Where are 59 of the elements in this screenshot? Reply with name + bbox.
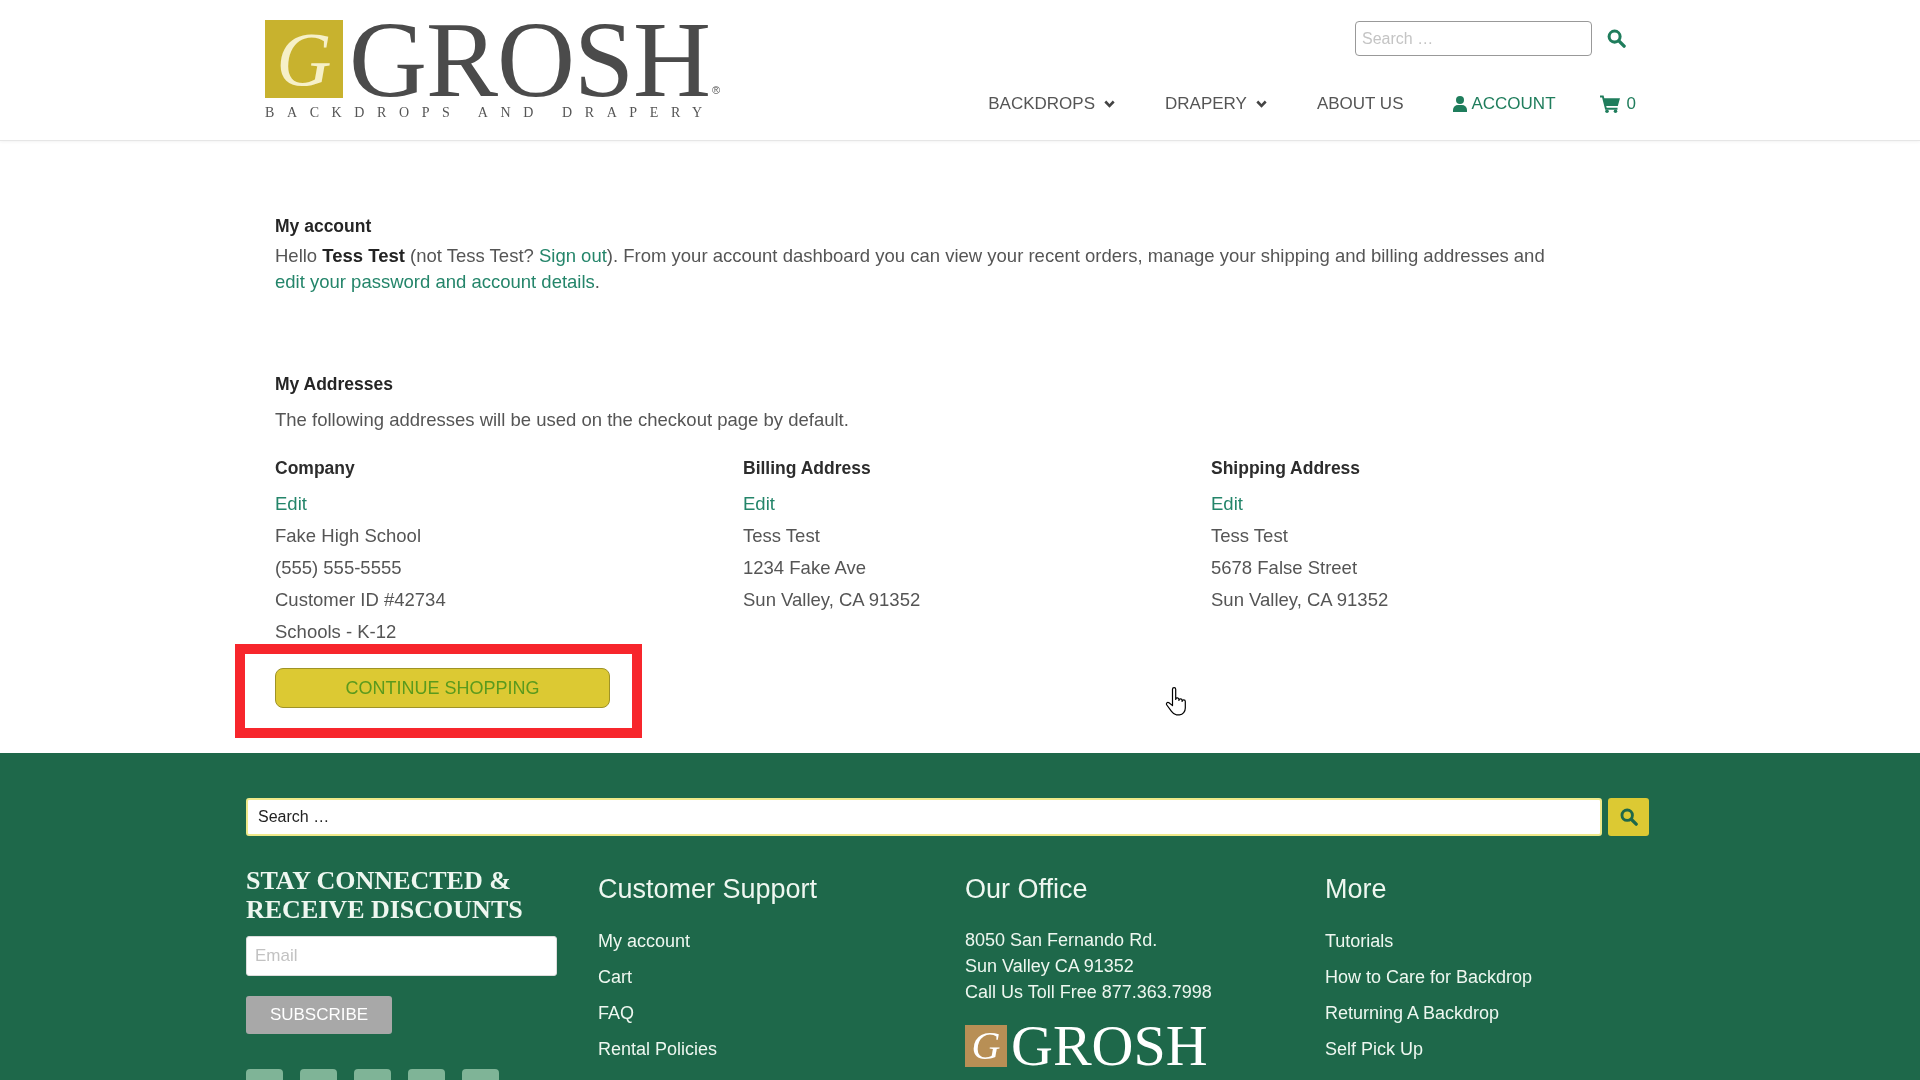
footer-logo-wordmark: GROSH	[1011, 1025, 1208, 1068]
person-icon	[1453, 96, 1468, 112]
address-line: Fake High School	[275, 524, 423, 548]
footer-link[interactable]: Tutorials	[1325, 923, 1394, 959]
address-heading: Company	[275, 457, 356, 480]
registered-mark: ®	[712, 84, 721, 96]
text-link[interactable]: edit your password and account details	[275, 271, 595, 292]
cart-counter[interactable]: 0	[1599, 92, 1636, 116]
address-line: Tess Test	[743, 524, 821, 548]
address-line: 5678 False Street	[1211, 556, 1359, 580]
footer-heading: Our Office	[965, 873, 1089, 906]
address-line: Schools - K-12	[275, 620, 398, 644]
edit-link[interactable]: Edit	[275, 492, 307, 516]
footer-link[interactable]: Rental Policies	[598, 1031, 718, 1067]
footer-logo-monogram: G	[965, 1025, 1007, 1067]
footer-link[interactable]: Cart	[598, 959, 632, 995]
nav-link[interactable]: BACKDROPS	[988, 92, 1115, 116]
footer-link[interactable]: How to Care for Backdrop	[1325, 959, 1533, 995]
email-field[interactable]: Email	[246, 936, 557, 976]
nav-link[interactable]: ACCOUNT	[1453, 92, 1556, 116]
section-heading: My Addresses	[275, 373, 394, 396]
address-line: Sun Valley, CA 91352	[743, 588, 922, 612]
logo-wordmark: GROSH	[349, 21, 711, 99]
page-heading: My account	[275, 215, 373, 238]
office-address-line: 8050 San Fernando Rd.	[965, 929, 1159, 952]
address-heading: Billing Address	[743, 457, 872, 480]
chevron-down-icon	[1255, 100, 1267, 108]
edit-link[interactable]: Edit	[1211, 492, 1243, 516]
nav-link[interactable]: ABOUT US	[1316, 92, 1404, 116]
address-line: (555) 555-5555	[275, 556, 403, 580]
address-heading: Shipping Address	[1211, 457, 1362, 480]
account-greeting: Hello Tess Test (not Tess Test? Sign out). From your account dashboard you can view your recent orders, manage your shipping and billing addresses and edit your password and account details.	[275, 244, 1546, 294]
footer-heading: More	[1325, 873, 1388, 906]
section-description: The following addresses will be used on the checkout page by default.	[275, 408, 850, 432]
search-button[interactable]	[1608, 798, 1649, 836]
footer-search-field[interactable]: Search …	[246, 798, 1602, 836]
address-line: Tess Test	[1211, 524, 1289, 548]
nav-link[interactable]: DRAPERY	[1165, 92, 1267, 116]
newsletter-title: STAY CONNECTED & RECEIVE DISCOUNTS	[246, 866, 524, 924]
footer-heading: Customer Support	[598, 873, 819, 906]
office-address-line: Sun Valley CA 91352	[965, 955, 1135, 978]
office-address-line: Call Us Toll Free 877.363.7998	[965, 981, 1213, 1004]
search-icon[interactable]	[1607, 29, 1626, 48]
footer-link[interactable]: Self Pick Up	[1325, 1031, 1424, 1067]
chevron-down-icon	[1104, 100, 1115, 108]
text-link[interactable]: Sign out	[538, 245, 607, 266]
cart-icon	[1599, 95, 1620, 113]
footer-link[interactable]: FAQ	[598, 995, 634, 1031]
hand-cursor-icon	[1165, 687, 1187, 716]
footer-link[interactable]: Returning A Backdrop	[1325, 995, 1500, 1031]
logo-monogram: G	[265, 20, 343, 98]
address-line: Sun Valley, CA 91352	[1211, 588, 1390, 612]
address-line: 1234 Fake Ave	[743, 556, 868, 580]
search-field[interactable]: Search …	[1355, 21, 1592, 56]
address-line: Customer ID #42734	[275, 588, 447, 612]
footer-link[interactable]: My account	[598, 923, 691, 959]
search-icon[interactable]	[1619, 808, 1638, 826]
edit-link[interactable]: Edit	[743, 492, 775, 516]
logo-tagline: BACKDROPS AND DRAPERY	[265, 103, 716, 122]
